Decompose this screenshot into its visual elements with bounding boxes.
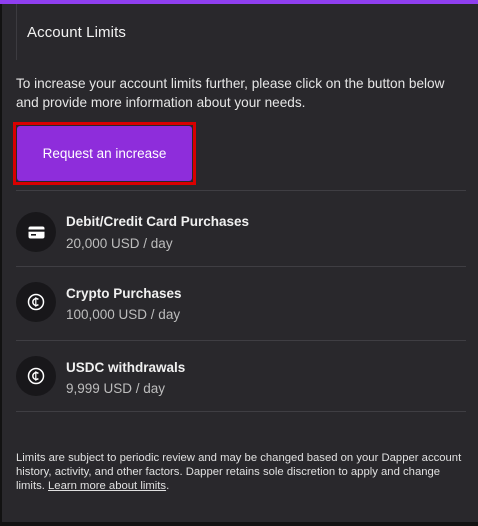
limit-name: Debit/Credit Card Purchases (66, 214, 250, 229)
crypto-coin-icon (16, 356, 56, 396)
limit-row-card-purchases: Debit/Credit Card Purchases 20,000 USD /… (16, 200, 466, 270)
learn-more-link[interactable]: Learn more about limits (48, 480, 166, 492)
intro-text: To increase your account limits further,… (16, 76, 445, 110)
limit-row-usdc-withdrawals: USDC withdrawals 9,999 USD / day (16, 344, 466, 414)
limit-name: Crypto Purchases (66, 286, 182, 301)
divider (16, 340, 466, 341)
account-limits-panel: Account Limits To increase your account … (2, 4, 478, 522)
divider (16, 190, 466, 191)
request-increase-button[interactable]: Request an increase (17, 126, 192, 181)
limit-value: 100,000 USD / day (66, 307, 181, 322)
divider (16, 266, 466, 267)
limit-value: 20,000 USD / day (66, 236, 173, 251)
credit-card-icon (16, 212, 56, 252)
footer-trailing: . (166, 480, 170, 492)
page-title: Account Limits (27, 24, 126, 41)
limit-name: USDC withdrawals (66, 360, 186, 375)
limit-row-crypto-purchases: Crypto Purchases 100,000 USD / day (16, 270, 466, 340)
footer-disclaimer: Limits are subject to periodic review an… (16, 451, 466, 493)
limit-value: 9,999 USD / day (66, 381, 166, 396)
divider (16, 411, 466, 412)
crypto-coin-icon (16, 282, 56, 322)
panel-header: Account Limits (16, 4, 478, 60)
